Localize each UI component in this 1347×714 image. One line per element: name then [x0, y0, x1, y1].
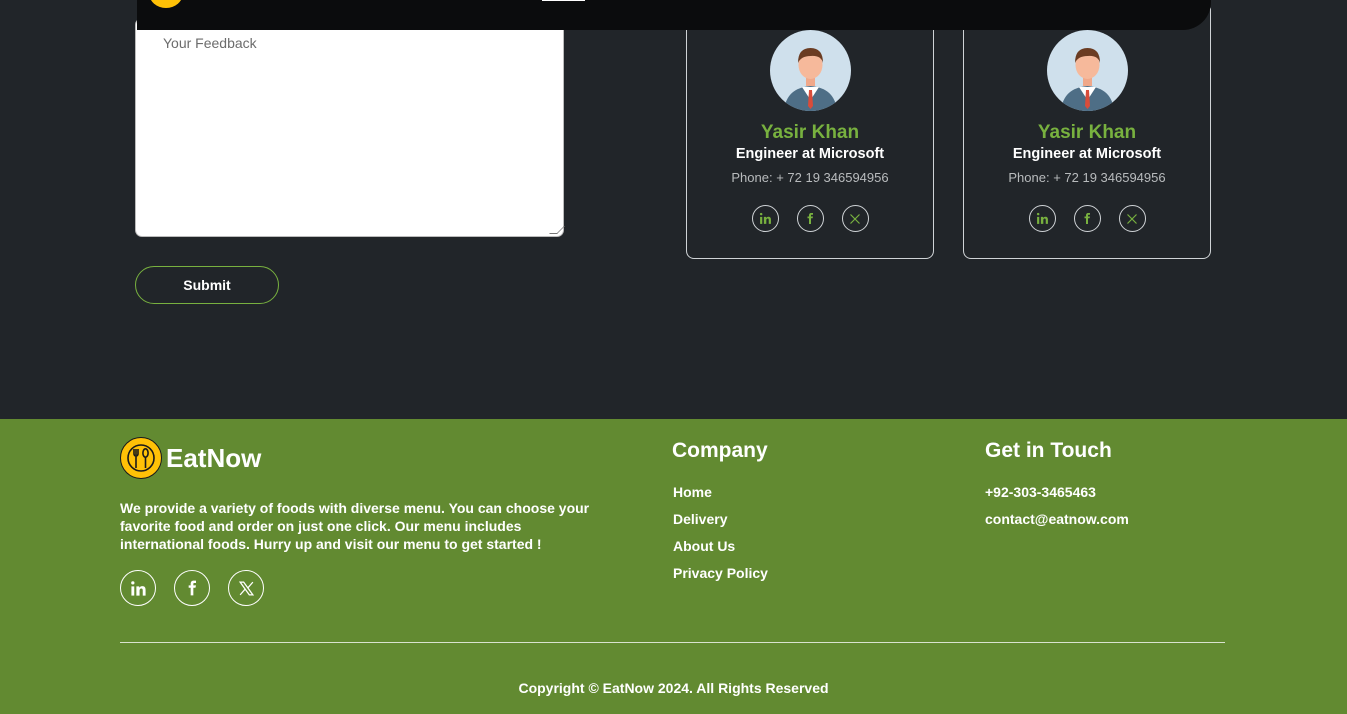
footer-about: We provide a variety of foods with diver… [120, 500, 590, 552]
facebook-icon[interactable] [174, 570, 210, 606]
footer-link-home[interactable]: Home [673, 484, 768, 511]
brand-name: EatNow [166, 442, 262, 473]
x-icon[interactable] [841, 205, 869, 232]
team-card: Yasir Khan Engineer at Microsoft Phone: … [686, 2, 934, 259]
facebook-icon[interactable] [1073, 205, 1101, 232]
top-navbar [137, 0, 1211, 30]
touch-heading: Get in Touch [985, 439, 1112, 462]
company-heading: Company [672, 439, 768, 462]
footer-divider [120, 642, 1225, 643]
x-icon[interactable] [1118, 205, 1146, 232]
card-socials [687, 205, 933, 232]
linkedin-icon[interactable] [1028, 205, 1056, 232]
card-socials [964, 205, 1210, 232]
x-icon[interactable] [228, 570, 264, 606]
card-role: Engineer at Microsoft [1012, 146, 1162, 162]
site-footer: EatNow We provide a variety of foods wit… [0, 419, 1347, 714]
company-links: Home Delivery About Us Privacy Policy [673, 484, 768, 592]
logo-icon [120, 437, 162, 479]
footer-link-about[interactable]: About Us [673, 538, 768, 565]
facebook-icon[interactable] [796, 205, 824, 232]
contact-email[interactable]: contact@eatnow.com [985, 511, 1129, 538]
feedback-placeholder: Your Feedback [163, 35, 257, 51]
card-phone: Phone: + 72 19 346594956 [731, 170, 889, 185]
card-phone: Phone: + 72 19 346594956 [1008, 170, 1166, 185]
feedback-textarea[interactable]: Your Feedback [135, 18, 565, 237]
team-card: Yasir Khan Engineer at Microsoft Phone: … [963, 2, 1211, 259]
nav-active-underline [542, 0, 585, 1]
resize-handle[interactable] [549, 226, 565, 234]
contact-phone[interactable]: +92-303-3465463 [985, 484, 1129, 511]
footer-brand[interactable]: EatNow [120, 437, 261, 479]
card-role: Engineer at Microsoft [735, 146, 885, 162]
nav-logo[interactable] [149, 0, 183, 8]
linkedin-icon[interactable] [751, 205, 779, 232]
footer-socials [120, 570, 264, 606]
copyright-text: Copyright © EatNow 2024. All Rights Rese… [518, 680, 829, 696]
submit-button[interactable]: Submit [135, 266, 279, 304]
footer-link-delivery[interactable]: Delivery [673, 511, 768, 538]
card-name: Yasir Khan [1037, 122, 1137, 143]
avatar [1047, 30, 1128, 111]
card-name: Yasir Khan [760, 122, 860, 143]
avatar [770, 30, 851, 111]
contact-links: +92-303-3465463 contact@eatnow.com [985, 484, 1129, 538]
footer-link-privacy[interactable]: Privacy Policy [673, 565, 768, 592]
linkedin-icon[interactable] [120, 570, 156, 606]
